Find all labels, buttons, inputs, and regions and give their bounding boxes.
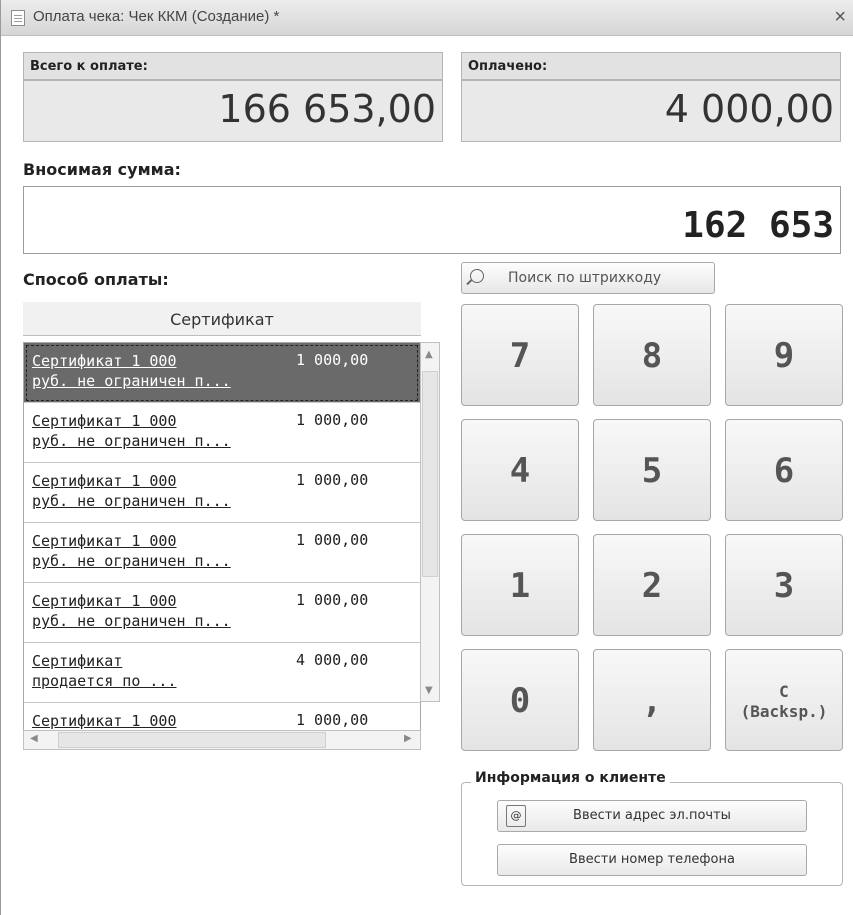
paid-value: 4 000,00: [461, 80, 841, 142]
enter-email-label: Ввести адрес эл.почты: [573, 808, 731, 823]
row-name[interactable]: Сертификат 1 000: [32, 711, 290, 731]
table-row[interactable]: Сертификат 1 000 руб. не ограничен п... 1…: [24, 403, 420, 463]
table-row[interactable]: Сертификат 1 000 руб. не ограничен п... 1…: [24, 523, 420, 583]
row-amount: 1 000,00: [296, 591, 369, 609]
table-row[interactable]: Сертификат продается по ... 4 000,00: [24, 643, 420, 703]
key-7[interactable]: 7: [461, 304, 579, 406]
row-name-line2: продается по ...: [32, 672, 177, 690]
horizontal-scrollbar[interactable]: ◀ ▶: [23, 730, 421, 750]
row-amount: 4 000,00: [296, 651, 369, 669]
certificate-table: Сертификат Сертификат 1 000 руб. не огран…: [23, 302, 440, 752]
payment-method-label: Способ оплаты:: [23, 270, 169, 289]
horizontal-scroll-thumb[interactable]: [58, 732, 326, 748]
key-5[interactable]: 5: [593, 419, 711, 521]
scroll-right-icon[interactable]: ▶: [404, 733, 412, 744]
enter-phone-button[interactable]: Ввести номер телефона: [497, 844, 807, 876]
deposit-label: Вносимая сумма:: [23, 160, 181, 179]
backspace-line2: (Backsp.): [740, 702, 828, 721]
key-1[interactable]: 1: [461, 534, 579, 636]
key-3[interactable]: 3: [725, 534, 843, 636]
table-body: Сертификат 1 000 руб. не ограничен п... 1…: [23, 342, 421, 741]
row-name-line2: руб. не ограничен п...: [32, 612, 231, 630]
close-button[interactable]: ×: [834, 6, 846, 29]
vertical-scroll-thumb[interactable]: [422, 371, 438, 577]
row-amount: 1 000,00: [296, 711, 369, 729]
total-value: 166 653,00: [23, 80, 443, 142]
enter-email-button[interactable]: @ Ввести адрес эл.почты: [497, 800, 807, 832]
table-row[interactable]: Сертификат 1 000 руб. не ограничен п... 1…: [24, 343, 420, 403]
key-0[interactable]: 0: [461, 649, 579, 751]
window-title: Оплата чека: Чек ККМ (Создание) *: [33, 8, 280, 25]
backspace-line1: C: [779, 682, 789, 701]
row-name-line2: руб. не ограничен п...: [32, 552, 231, 570]
row-name[interactable]: Сертификат 1 000 руб. не ограничен п...: [32, 591, 290, 631]
vertical-scrollbar[interactable]: ▲ ▼: [420, 342, 440, 702]
search-icon: [470, 269, 484, 283]
client-info-legend: Информация о клиенте: [471, 770, 670, 786]
row-name[interactable]: Сертификат 1 000 руб. не ограничен п...: [32, 411, 290, 451]
payment-window: Оплата чека: Чек ККМ (Создание) * × Всег…: [0, 0, 853, 915]
title-bar: Оплата чека: Чек ККМ (Создание) * ×: [1, 0, 853, 36]
key-2[interactable]: 2: [593, 534, 711, 636]
row-name-line1: Сертификат 1 000: [32, 352, 177, 370]
total-label: Всего к оплате:: [23, 52, 443, 80]
row-name[interactable]: Сертификат 1 000 руб. не ограничен п...: [32, 471, 290, 511]
table-row[interactable]: Сертификат 1 000 руб. не ограничен п... 1…: [24, 463, 420, 523]
row-amount: 1 000,00: [296, 471, 369, 489]
row-name-line1: Сертификат: [32, 652, 123, 670]
scroll-down-icon[interactable]: ▼: [425, 685, 433, 696]
table-column-header[interactable]: Сертификат: [23, 302, 421, 336]
barcode-search-button[interactable]: Поиск по штрихкоду: [461, 262, 715, 294]
email-icon: @: [506, 805, 526, 827]
row-name[interactable]: Сертификат продается по ...: [32, 651, 290, 691]
row-name-line1: Сертификат 1 000: [32, 412, 177, 430]
row-amount: 1 000,00: [296, 531, 369, 549]
key-backspace[interactable]: C (Backsp.): [725, 649, 843, 751]
row-amount: 1 000,00: [296, 351, 369, 369]
row-name-line1: Сертификат 1 000: [32, 712, 177, 730]
row-name-line2: руб. не ограничен п...: [32, 372, 231, 390]
row-name[interactable]: Сертификат 1 000 руб. не ограничен п...: [32, 351, 290, 391]
key-8[interactable]: 8: [593, 304, 711, 406]
row-name-line2: руб. не ограничен п...: [32, 492, 231, 510]
row-name[interactable]: Сертификат 1 000 руб. не ограничен п...: [32, 531, 290, 571]
key-comma[interactable]: ,: [593, 649, 711, 751]
deposit-amount-input[interactable]: 162 653: [23, 186, 841, 254]
row-amount: 1 000,00: [296, 411, 369, 429]
row-name-line2: руб. не ограничен п...: [32, 432, 231, 450]
row-name-line1: Сертификат 1 000: [32, 592, 177, 610]
row-name-line1: Сертификат 1 000: [32, 472, 177, 490]
key-6[interactable]: 6: [725, 419, 843, 521]
table-row[interactable]: Сертификат 1 000 руб. не ограничен п... 1…: [24, 583, 420, 643]
scroll-left-icon[interactable]: ◀: [30, 733, 38, 744]
paid-label: Оплачено:: [461, 52, 841, 80]
key-9[interactable]: 9: [725, 304, 843, 406]
scroll-up-icon[interactable]: ▲: [425, 349, 433, 360]
barcode-search-label: Поиск по штрихкоду: [508, 270, 662, 286]
row-name-line1: Сертификат 1 000: [32, 532, 177, 550]
key-4[interactable]: 4: [461, 419, 579, 521]
document-icon: [11, 10, 25, 26]
